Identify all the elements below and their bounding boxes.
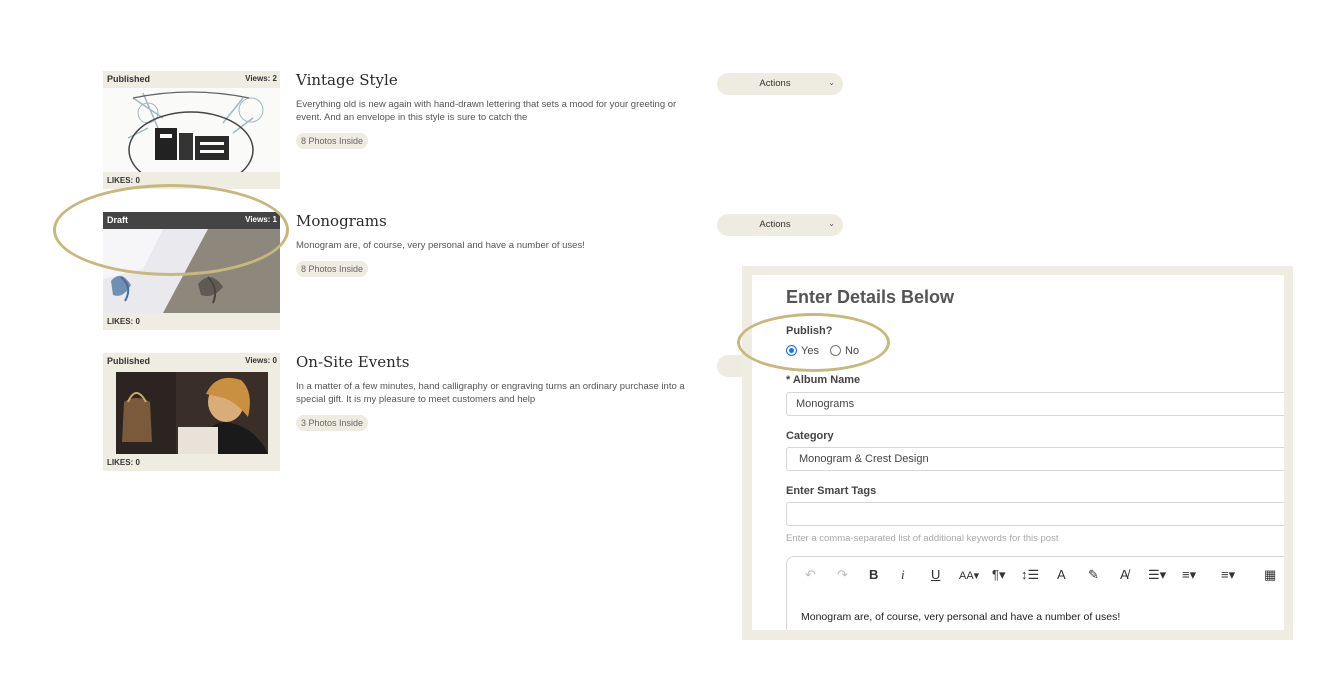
highlight-ring-draft — [53, 184, 289, 276]
album-title[interactable]: Monograms — [296, 212, 387, 230]
paragraph-icon[interactable]: ¶▾ — [992, 567, 1006, 583]
undo-icon[interactable]: ↶ — [805, 567, 816, 583]
status-label: Published — [107, 74, 151, 84]
actions-dropdown-button[interactable]: Actions ⌄ — [717, 214, 843, 236]
actions-label: Actions — [759, 219, 791, 230]
font-size-icon[interactable]: AA▾ — [959, 569, 979, 582]
unordered-list-icon[interactable]: ≡▾ — [1221, 567, 1235, 583]
album-row-vintage-style: Published Views: 2 LIKES: 0 Vintage Styl… — [103, 71, 903, 191]
views-count: Views: 2 — [245, 74, 277, 83]
album-name-input[interactable]: Monograms — [786, 392, 1284, 416]
album-title[interactable]: Vintage Style — [296, 71, 398, 89]
album-cover-image — [103, 88, 280, 172]
thumbnail-header: Published Views: 2 — [103, 71, 280, 88]
chevron-down-icon: ⌄ — [828, 78, 835, 87]
actions-dropdown-button[interactable]: Actions ⌄ — [717, 73, 843, 95]
line-height-icon[interactable]: ↕☰ — [1021, 567, 1039, 583]
album-description: Monogram are, of course, very personal a… — [296, 240, 585, 251]
redo-icon[interactable]: ↷ — [837, 567, 848, 583]
likes-count: LIKES: 0 — [107, 317, 140, 326]
photo-count-badge: 8 Photos Inside — [296, 133, 369, 149]
italic-icon[interactable]: i — [901, 567, 905, 583]
smart-tags-label: Enter Smart Tags — [786, 485, 877, 497]
editor-content[interactable]: Monogram are, of course, very personal a… — [801, 611, 1120, 623]
album-name-label: * Album Name — [786, 374, 861, 386]
category-label: Category — [786, 430, 834, 442]
bold-icon[interactable]: B — [869, 567, 878, 582]
category-select[interactable]: Monogram & Crest Design — [786, 447, 1284, 471]
rich-text-editor[interactable]: ↶ ↷ B i U AA▾ ¶▾ ↕☰ A ✎ A̸ ☰▾ ≡▾ ≡▾ ▦ Mo… — [786, 556, 1284, 630]
album-thumbnail[interactable]: Published Views: 2 LIKES: 0 — [103, 71, 280, 189]
align-icon[interactable]: ☰▾ — [1148, 567, 1166, 583]
status-label: Published — [107, 356, 151, 366]
text-color-icon[interactable]: A — [1057, 567, 1066, 582]
album-cover-image — [116, 372, 268, 454]
ordered-list-icon[interactable]: ≡▾ — [1182, 567, 1196, 583]
highlight-icon[interactable]: ✎ — [1088, 567, 1099, 583]
table-icon[interactable]: ▦ — [1264, 567, 1276, 583]
smart-tags-input[interactable] — [786, 502, 1284, 526]
chevron-down-icon: ⌄ — [828, 219, 835, 228]
clear-format-icon[interactable]: A̸ — [1120, 567, 1129, 582]
photo-count-badge: 3 Photos Inside — [296, 415, 369, 431]
form-title: Enter Details Below — [786, 287, 955, 307]
thumbnail-header: Published Views: 0 — [103, 353, 280, 370]
smart-tags-hint: Enter a comma-separated list of addition… — [786, 533, 1059, 544]
likes-count: LIKES: 0 — [107, 458, 140, 467]
album-title[interactable]: On-Site Events — [296, 353, 409, 371]
highlight-ring-publish — [737, 313, 890, 372]
views-count: Views: 0 — [245, 356, 277, 365]
album-thumbnail[interactable]: Published Views: 0 LIKES: 0 — [103, 353, 280, 471]
actions-label: Actions — [759, 78, 791, 89]
likes-count: LIKES: 0 — [107, 176, 140, 185]
photo-count-badge: 8 Photos Inside — [296, 261, 369, 277]
album-description: In a matter of a few minutes, hand calli… — [296, 381, 685, 405]
album-description: Everything old is new again with hand-dr… — [296, 99, 677, 123]
underline-icon[interactable]: U — [931, 567, 940, 582]
